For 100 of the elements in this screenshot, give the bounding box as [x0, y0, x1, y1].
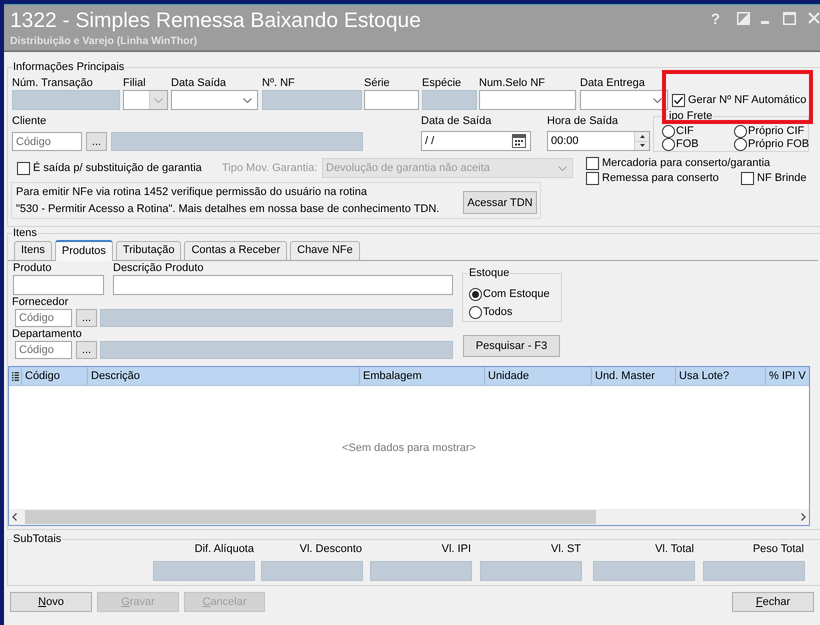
group-title: Estoque [468, 267, 510, 280]
radio-label: Próprio FOB [748, 138, 810, 151]
info-text: Para emitir NFe via rotina 1452 verifique permissão do usuário na rotina "530 - Permitir Acesso a Rotina". Mais detalhes em nossa base de conhecimento TDN. [16, 185, 440, 217]
field-label: Descrição Produto [113, 262, 204, 275]
branch-dropdown[interactable] [123, 90, 168, 110]
horizontal-scrollbar[interactable] [9, 509, 809, 525]
caret-up-icon [640, 134, 644, 138]
group-title: Informações Principais [12, 61, 126, 74]
field-label: Data de Saída [421, 115, 492, 128]
radio-button[interactable] [734, 138, 747, 151]
tab[interactable]: Contas a Receber [184, 241, 288, 260]
code-field[interactable]: Código [15, 341, 72, 359]
field-label: Vl. IPI [440, 543, 472, 556]
checkbox[interactable] [741, 172, 754, 185]
field-label: Produto [13, 262, 53, 275]
chevron-down-icon [154, 98, 163, 102]
total-field[interactable] [153, 561, 255, 581]
chevron-down-icon[interactable] [653, 98, 662, 102]
chevron-down-icon [558, 166, 567, 170]
field-label: Hora de Saída [547, 115, 619, 128]
field-label: Vl. Total [654, 543, 695, 556]
lookup-button[interactable]: ... [86, 132, 107, 151]
radio-label: Todos [483, 306, 512, 319]
seal-number-field[interactable] [479, 90, 576, 110]
tab[interactable]: Produtos [54, 240, 113, 261]
total-field[interactable] [703, 561, 805, 581]
radio-label: CIF [676, 125, 694, 138]
window-subtitle: Distribuição e Varejo (Linha WinThor) [10, 35, 198, 48]
total-field[interactable] [370, 561, 472, 581]
lookup-button[interactable]: ... [76, 309, 97, 327]
field-label: Série [364, 77, 391, 90]
exit-date-dropdown[interactable] [171, 90, 258, 110]
access-tdn-button[interactable]: Acessar TDN [463, 191, 537, 214]
invoice-number-field[interactable] [262, 90, 362, 110]
transaction-number-field[interactable] [12, 90, 120, 110]
checkbox[interactable] [672, 94, 685, 107]
column-header[interactable]: % IPI V [765, 367, 809, 385]
field-label: Vl. ST [550, 543, 582, 556]
maximize-icon[interactable] [783, 12, 796, 25]
chevron-down-icon[interactable] [243, 98, 252, 102]
code-field[interactable]: Código [12, 132, 82, 151]
field-label: Departamento [12, 328, 83, 341]
field-label: Espécie [422, 77, 462, 90]
radio-button[interactable] [662, 138, 675, 151]
checkbox-label: Remessa para conserto [602, 172, 719, 185]
total-field[interactable] [261, 561, 363, 581]
caret-down-icon [640, 144, 644, 148]
radio-button[interactable] [469, 288, 482, 301]
radio-button[interactable] [469, 306, 482, 319]
calendar-icon[interactable] [512, 134, 526, 148]
field-label: Cliente [12, 115, 48, 128]
client-name-field[interactable] [111, 132, 363, 151]
spin-up-button[interactable] [635, 132, 649, 140]
column-header[interactable]: Embalagem [359, 367, 484, 385]
product-field[interactable] [13, 275, 104, 295]
scroll-left-icon[interactable] [12, 513, 17, 521]
species-field[interactable] [422, 90, 477, 110]
delivery-date-dropdown[interactable] [580, 90, 668, 110]
total-field[interactable] [480, 561, 582, 581]
checkbox-label: É saída p/ substituição de garantia [33, 162, 202, 174]
series-field[interactable] [364, 90, 419, 110]
code-field[interactable]: Código [15, 309, 72, 327]
empty-message: <Sem dados para mostrar> [342, 442, 476, 454]
list-icon[interactable] [12, 372, 18, 380]
search-button[interactable]: Pesquisar - F3 [463, 335, 560, 357]
radio-button[interactable] [662, 125, 675, 138]
field-label: Dif. Alíquota [194, 543, 255, 556]
checkbox[interactable] [17, 162, 30, 174]
column-header[interactable]: Usa Lote? [675, 367, 765, 385]
lookup-button[interactable]: ... [76, 341, 97, 359]
radio-button[interactable] [734, 125, 747, 138]
action-button[interactable]: Novo [10, 592, 92, 612]
checkbox[interactable] [586, 157, 599, 170]
supplier-name-field[interactable] [100, 309, 453, 327]
tab[interactable]: Tributação [116, 241, 182, 260]
contrast-icon[interactable] [737, 12, 750, 25]
total-field[interactable] [593, 561, 695, 581]
field-label: Vl. Desconto [298, 543, 363, 556]
field-label: Num.Selo NF [479, 77, 546, 90]
field-label: Peso Total [752, 543, 805, 556]
checkbox-label: Mercadoria para conserto/garantia [602, 157, 770, 170]
tab[interactable]: Itens [14, 241, 52, 260]
column-header[interactable]: Código [21, 367, 87, 385]
scroll-right-icon[interactable] [801, 513, 806, 521]
checkbox-label: NF Brinde [757, 172, 807, 185]
checkbox[interactable] [586, 172, 599, 185]
description-field[interactable] [113, 275, 453, 295]
scrollbar-thumb[interactable] [25, 510, 596, 524]
field-label: Fornecedor [12, 296, 70, 309]
close-icon[interactable] [808, 12, 820, 24]
close-button[interactable]: Fechar [732, 592, 814, 612]
column-header[interactable]: Und. Master [591, 367, 675, 385]
department-name-field[interactable] [100, 341, 453, 359]
date-field[interactable]: / / [421, 131, 531, 151]
radio-label: FOB [676, 138, 699, 151]
field-label: Data Entrega [580, 77, 646, 90]
field-label: Filial [123, 77, 147, 90]
tab[interactable]: Chave NFe [290, 241, 360, 260]
column-header[interactable]: Unidade [484, 367, 591, 385]
column-header[interactable]: Descrição [87, 367, 359, 385]
